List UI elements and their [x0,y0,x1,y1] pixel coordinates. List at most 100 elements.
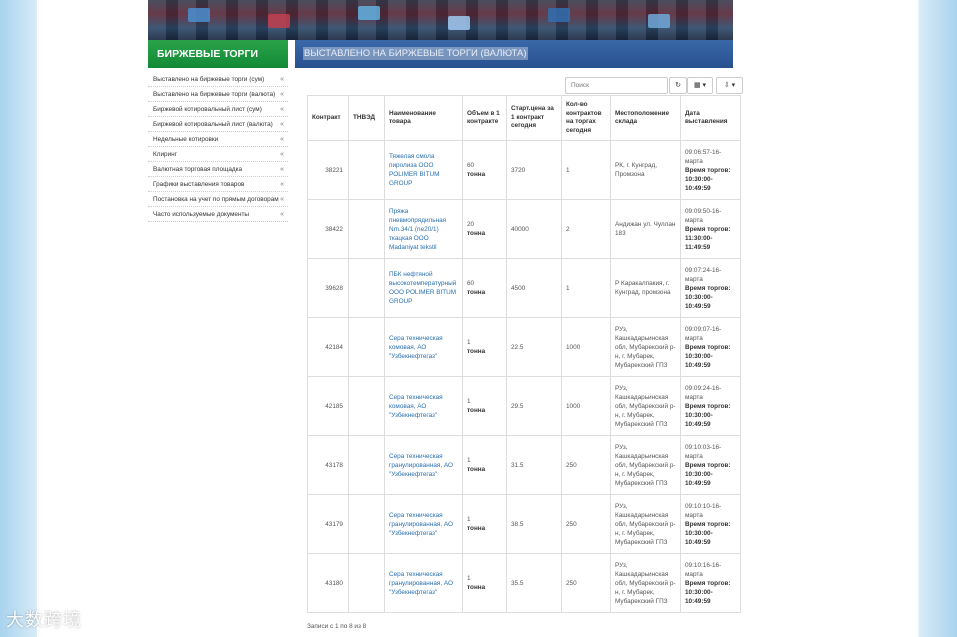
sidebar-item[interactable]: Биржевой котировальный лист (сум) « [148,102,288,117]
trade-time: 10:30:00-10:49:59 [685,411,713,428]
sidebar-item[interactable]: Выставлено на биржевые торги (валюта) « [148,87,288,102]
trade-time-label: Время торгов: [685,343,731,351]
volume-unit: тонна [467,584,486,591]
refresh-icon: ↻ [675,82,681,89]
volume-unit: тонна [467,525,486,532]
column-header[interactable]: Кол-во контрактов на торгах сегодня [561,95,611,141]
contract-cell: 43180 [307,553,349,613]
column-header[interactable]: Дата выставления [680,95,741,141]
contract-cell: 42184 [307,317,349,377]
tnved-cell [348,553,385,613]
product-link[interactable]: Сера техническая комовая, АО "Узбекнефте… [389,335,443,360]
table-row[interactable]: 43179 Сера техническая гранулированная, А… [307,494,741,554]
page-title: ВЫСТАВЛЕНО НА БИРЖЕВЫЕ ТОРГИ (ВАЛЮТА) [303,47,528,60]
sidebar-item[interactable]: Часто используемые документы « [148,207,288,222]
column-header[interactable]: Местоположение склада [610,95,681,141]
trade-time-label: Время торгов: [685,225,731,233]
volume-value: 1 [467,516,471,523]
trade-time-label: Время торгов: [685,520,731,528]
product-link[interactable]: Сера техническая гранулированная, АО "Уз… [389,571,453,596]
date-cell: 09:07:24-16-марта Время торгов: 10:30:00-1… [680,258,741,318]
listing-date: 09:10:03-16-марта [685,443,722,460]
search-input[interactable] [565,77,668,94]
count-cell: 1000 [561,376,611,436]
volume-cell: 1 тонна [462,494,507,554]
table-row[interactable]: 42185 Сера техническая комовая, АО "Узбек… [307,376,741,436]
section-title: БИРЖЕВЫЕ ТОРГИ [148,40,288,68]
sidebar-item[interactable]: Постановка на учет по прямым договорам « [148,192,288,207]
trade-time-label: Время торгов: [685,402,731,410]
product-link[interactable]: Сера техническая гранулированная, АО "Уз… [389,512,453,537]
volume-unit: тонна [467,171,486,178]
location-cell: Р Каракалпакия, г. Кунград, промзона [610,258,681,318]
sidebar-item[interactable]: Недельные котировки « [148,132,288,147]
volume-cell: 1 тонна [462,553,507,613]
product-link[interactable]: Сера техническая комовая, АО "Узбекнефте… [389,394,443,419]
column-header[interactable]: Объем в 1 контракте [462,95,507,141]
export-button[interactable]: ⇩ ▾ [716,77,743,94]
location-cell: РУз, Кашкадарьинская обл, Мубарекский р-… [610,553,681,613]
table-row[interactable]: 43178 Сера техническая гранулированная, А… [307,435,741,495]
sidebar-item-label: Графики выставления товаров [153,181,245,188]
trade-time-label: Время торгов: [685,284,731,292]
volume-cell: 60 тонна [462,258,507,318]
contract-cell: 38422 [307,199,349,259]
trade-time-label: Время торгов: [685,461,731,469]
contract-cell: 39628 [307,258,349,318]
sidebar-item[interactable]: Валютная торговая площадка « [148,162,288,177]
chevron-left-icon: « [280,196,284,203]
volume-value: 20 [467,221,475,228]
banner-screen-decoration [548,8,570,22]
trade-time-label: Время торгов: [685,166,731,174]
column-header[interactable]: ТНВЭД [348,95,385,141]
trade-time: 10:30:00-10:49:59 [685,352,713,369]
sidebar-item[interactable]: Графики выставления товаров « [148,177,288,192]
sidebar-item[interactable]: Выставлено на биржевые торги (сум) « [148,72,288,87]
table-row[interactable]: 42184 Сера техническая комовая, АО "Узбек… [307,317,741,377]
chevron-left-icon: « [280,91,284,98]
listing-date: 09:10:16-16-марта [685,561,722,578]
product-link[interactable]: Тяжелая смола пиролиза ООО POLIMER BITUM… [389,153,439,187]
volume-unit: тонна [467,289,486,296]
trade-time: 10:30:00-10:49:59 [685,293,713,310]
product-name-cell: Тяжелая смола пиролиза ООО POLIMER BITUM… [384,140,463,200]
table-row[interactable]: 39628 ПБК нефтяной высокотемпературный ОО… [307,258,741,318]
trade-time: 10:30:00-10:49:59 [685,470,713,487]
contract-cell: 38221 [307,140,349,200]
table-row[interactable]: 43180 Сера техническая гранулированная, А… [307,553,741,613]
trade-time: 11:30:00-11:49:59 [685,234,713,251]
table-row[interactable]: 38221 Тяжелая смола пиролиза ООО POLIMER … [307,140,741,200]
banner-screen-decoration [648,14,670,28]
sidebar-item[interactable]: Биржевой котировальный лист (валюта) « [148,117,288,132]
product-link[interactable]: Сера техническая гранулированная, АО "Уз… [389,453,453,478]
tnved-cell [348,258,385,318]
product-name-cell: Сера техническая гранулированная, АО "Уз… [384,494,463,554]
column-header[interactable]: Наименование товара [384,95,463,141]
trade-time: 10:30:00-10:49:59 [685,529,713,546]
table-row[interactable]: 38422 Пряжа пневмопрядильная Nm.34/1 (ne2… [307,199,741,259]
column-header[interactable]: Контракт [307,95,349,141]
chevron-left-icon: « [280,121,284,128]
chevron-left-icon: « [280,76,284,83]
refresh-button[interactable]: ↻ [669,77,687,94]
product-link[interactable]: ПБК нефтяной высокотемпературный ООО POL… [389,271,456,305]
trades-table: Контракт ТНВЭД Наименование товара Объем в … [307,95,741,613]
sidebar-item-label: Клиринг [153,151,178,158]
volume-cell: 20 тонна [462,199,507,259]
volume-value: 1 [467,575,471,582]
sidebar-item[interactable]: Клиринг « [148,147,288,162]
product-name-cell: Сера техническая гранулированная, АО "Уз… [384,553,463,613]
column-header[interactable]: Старт.цена за 1 контракт сегодня [506,95,562,141]
volume-cell: 1 тонна [462,435,507,495]
volume-value: 60 [467,280,475,287]
product-link[interactable]: Пряжа пневмопрядильная Nm.34/1 (ne20/1) … [389,208,446,251]
columns-toggle-button[interactable]: ▦ ▾ [687,77,713,94]
banner-screen-decoration [188,8,210,22]
volume-unit: тонна [467,407,486,414]
date-cell: 09:10:10-16-марта Время торгов: 10:30:00-1… [680,494,741,554]
price-cell: 31.5 [506,435,562,495]
banner-screen-decoration [358,6,380,20]
date-cell: 09:09:24-16-марта Время торгов: 10:30:00-1… [680,376,741,436]
watermark-logo: 大数跨境 [6,606,82,632]
trade-time: 10:30:00-10:49:59 [685,588,713,605]
